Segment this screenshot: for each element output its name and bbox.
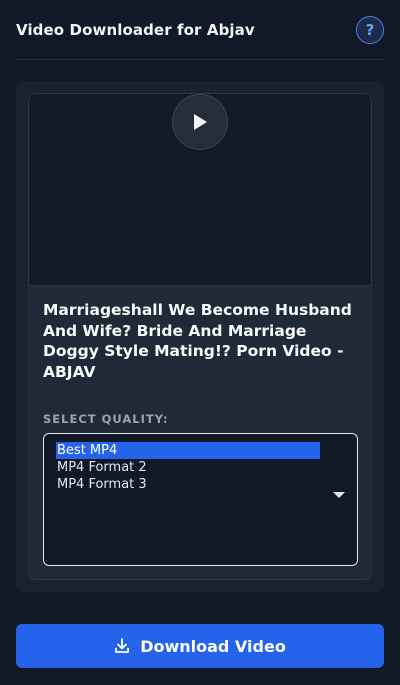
- download-button[interactable]: Download Video: [16, 624, 384, 668]
- quality-select[interactable]: Best MP4 MP4 Format 2 MP4 Format 3: [43, 433, 358, 566]
- main-panel: Marriageshall We Become Husband And Wife…: [16, 81, 384, 592]
- help-button[interactable]: ?: [356, 15, 384, 44]
- video-card: Marriageshall We Become Husband And Wife…: [28, 93, 372, 580]
- video-preview[interactable]: [29, 94, 371, 286]
- download-label: Download Video: [140, 636, 286, 656]
- quality-label: SELECT QUALITY:: [43, 412, 169, 426]
- quality-option[interactable]: Best MP4: [56, 442, 320, 459]
- header: Video Downloader for Abjav ?: [16, 0, 384, 60]
- play-button[interactable]: [172, 94, 228, 150]
- download-icon: [115, 638, 130, 653]
- play-icon: [194, 114, 207, 130]
- chevron-down-icon: [333, 492, 345, 498]
- app-title: Video Downloader for Abjav: [16, 20, 255, 39]
- help-icon: ?: [365, 20, 375, 39]
- quality-option[interactable]: MP4 Format 2: [56, 459, 320, 476]
- quality-option[interactable]: MP4 Format 3: [56, 476, 320, 493]
- video-title: Marriageshall We Become Husband And Wife…: [43, 301, 352, 381]
